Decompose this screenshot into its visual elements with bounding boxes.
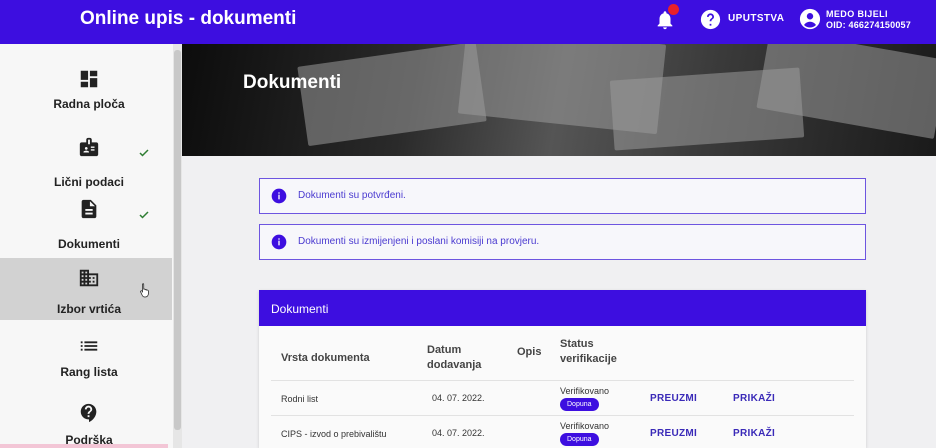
verification-status: Verifikovano xyxy=(560,421,610,431)
column-header-type: Vrsta dokumenta xyxy=(281,352,370,364)
id-badge-icon xyxy=(79,137,99,157)
row-divider xyxy=(271,380,854,381)
alert-text: Dokumenti su potvrđeni. xyxy=(298,190,406,201)
verification-status: Verifikovano xyxy=(560,386,610,396)
view-button[interactable]: PRIKAŽI xyxy=(733,393,775,404)
account-icon[interactable] xyxy=(799,8,821,30)
download-button[interactable]: PREUZMI xyxy=(650,428,697,439)
info-icon xyxy=(271,188,287,204)
documents-card-title: Dokumenti xyxy=(271,302,329,316)
building-icon xyxy=(79,269,99,287)
document-date: 04. 07. 2022. xyxy=(432,393,485,403)
sidebar-item-label: Rang lista xyxy=(60,365,118,379)
info-icon xyxy=(271,234,287,250)
sidebar-bottom-strip xyxy=(0,444,168,448)
sidebar-item-dokumenti[interactable]: Dokumenti xyxy=(0,195,172,257)
status-badge: Dopuna xyxy=(560,433,599,446)
document-icon xyxy=(81,199,97,219)
status-badge: Dopuna xyxy=(560,398,599,411)
sidebar-item-label: Radna ploča xyxy=(53,97,125,111)
download-button[interactable]: PREUZMI xyxy=(650,393,697,404)
list-icon xyxy=(80,341,98,351)
app-title: Online upis - dokumenti xyxy=(80,8,297,29)
document-type: CIPS - izvod o prebivalištu xyxy=(281,429,387,439)
top-bar: Online upis - dokumenti UPUTSTVA MEDO BI… xyxy=(0,0,936,44)
documents-card: Dokumenti Vrsta dokumenta Datum dodavanj… xyxy=(259,290,866,448)
check-icon xyxy=(139,211,149,219)
column-header-description: Opis xyxy=(517,346,542,358)
sidebar-item-rang-lista[interactable]: Rang lista xyxy=(0,330,172,392)
help-link[interactable]: UPUTSTVA xyxy=(728,13,784,24)
dashboard-icon xyxy=(80,70,98,88)
help-icon[interactable] xyxy=(700,9,721,30)
alert-text: Dokumenti su izmijenjeni i poslani komis… xyxy=(298,236,540,247)
alert-submitted: Dokumenti su izmijenjeni i poslani komis… xyxy=(259,224,866,260)
sidebar-item-radna-ploca[interactable]: Radna ploča xyxy=(0,58,172,120)
support-icon xyxy=(80,403,97,423)
sidebar-item-label: Lični podaci xyxy=(53,175,124,189)
column-header-status: Status verifikacije xyxy=(560,338,617,365)
sidebar-item-podrska[interactable]: Podrška xyxy=(0,394,172,448)
row-divider xyxy=(271,415,854,416)
document-date: 04. 07. 2022. xyxy=(432,428,485,438)
documents-card-header: Dokumenti xyxy=(259,290,866,326)
sidebar-item-label: Dokumenti xyxy=(57,237,120,251)
hero-banner xyxy=(182,44,936,156)
sidebar-item-licni-podaci[interactable]: Lični podaci xyxy=(0,130,172,192)
sidebar-item-label: Izbor vrtića xyxy=(56,302,122,316)
notification-dot xyxy=(668,4,679,15)
alert-confirmed: Dokumenti su potvrđeni. xyxy=(259,178,866,214)
check-icon xyxy=(139,149,149,157)
user-name: MEDO BIJELI xyxy=(826,9,888,19)
view-button[interactable]: PRIKAŽI xyxy=(733,428,775,439)
document-type: Rodni list xyxy=(281,394,319,404)
hand-cursor-icon xyxy=(140,283,149,298)
page-title: Dokumenti xyxy=(243,72,342,93)
column-header-date: Datum dodavanja xyxy=(427,344,482,371)
user-oid: OID: 466274150057 xyxy=(826,20,911,30)
